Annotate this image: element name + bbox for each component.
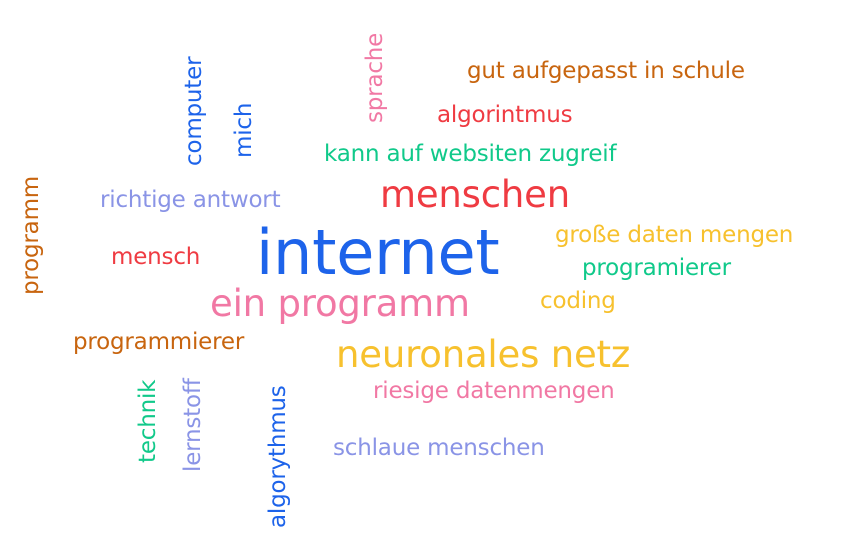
word-mich: mich [231,102,257,158]
word-menschen: menschen [380,173,570,216]
word-programierer: programierer [582,255,731,281]
word-coding: coding [540,288,616,314]
word-neuronales-netz: neuronales netz [336,333,631,376]
word-riesige-datenmengen: riesige datenmengen [373,378,615,404]
word-programmierer: programmierer [73,329,245,355]
word-internet: internet [256,216,500,289]
word-programm: programm [18,176,44,295]
word-schlaue-menschen: schlaue menschen [333,435,545,461]
word-kann-auf-websiten: kann auf websiten zugreif [324,141,617,167]
word-grosse-daten-mengen: große daten mengen [555,222,794,248]
word-technik: technik [135,379,161,463]
word-algorythmus: algorythmus [265,385,291,528]
word-ein-programm: ein programm [210,282,470,325]
word-computer: computer [181,56,207,166]
word-cloud: gut aufgepasst in schule algorintmus kan… [0,0,846,554]
word-mensch: mensch [111,244,201,270]
word-lernstoff: lernstoff [180,378,206,472]
word-gut-aufgepasst: gut aufgepasst in schule [467,58,745,84]
word-algorintmus: algorintmus [437,102,573,128]
word-richtige-antwort: richtige antwort [100,187,281,213]
word-sprache: sprache [362,32,388,123]
